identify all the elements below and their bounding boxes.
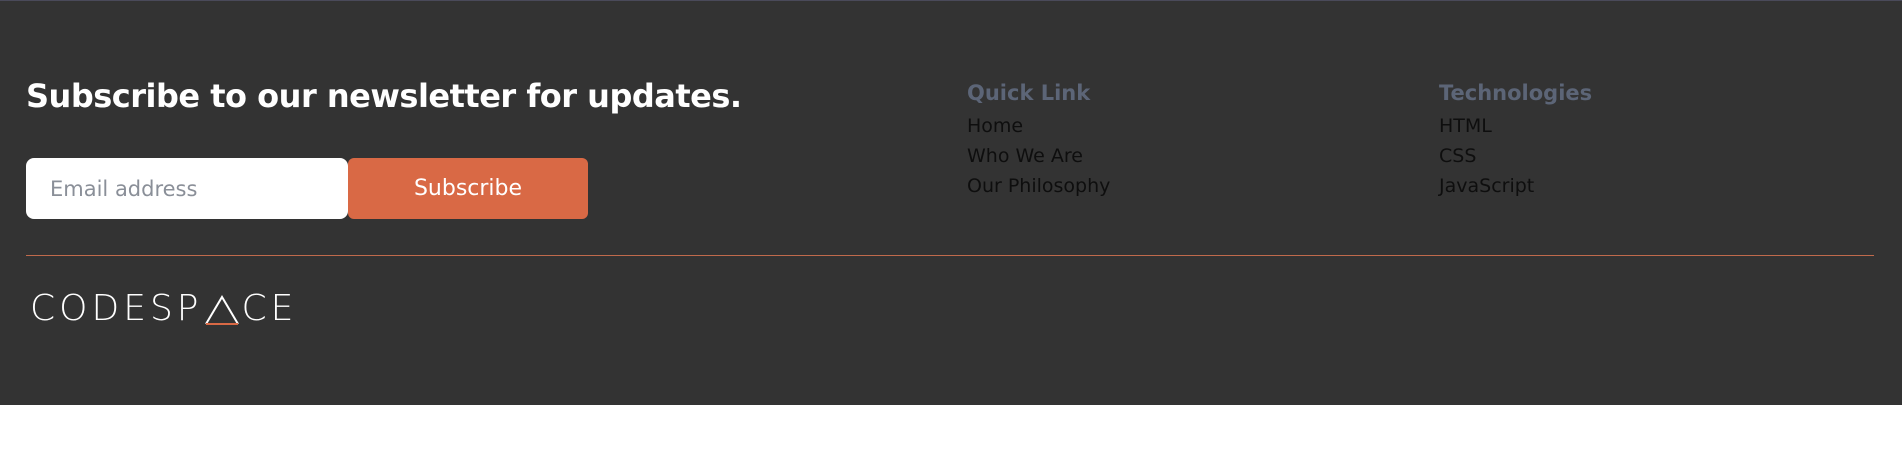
logo-text-end: CE — [241, 288, 298, 329]
link-html[interactable]: HTML — [1439, 111, 1592, 141]
subscribe-button[interactable]: Subscribe — [348, 158, 588, 219]
footer-divider — [26, 255, 1874, 256]
site-footer: Subscribe to our newsletter for updates.… — [0, 0, 1902, 405]
triangle-icon — [204, 295, 239, 325]
codespace-logo[interactable]: CODESP CE — [30, 291, 297, 327]
technologies-column: Technologies HTML CSS JavaScript — [1439, 79, 1592, 201]
newsletter-title: Subscribe to our newsletter for updates. — [26, 77, 742, 115]
quick-links-heading: Quick Link — [967, 81, 1091, 105]
link-css[interactable]: CSS — [1439, 141, 1592, 171]
logo-text-start: CODESP — [30, 288, 203, 329]
technologies-heading: Technologies — [1439, 81, 1593, 105]
quick-links-column: Quick Link Home Who We Are Our Philosoph… — [967, 79, 1110, 201]
link-javascript[interactable]: JavaScript — [1439, 171, 1592, 201]
link-who-we-are[interactable]: Who We Are — [967, 141, 1110, 171]
link-our-philosophy[interactable]: Our Philosophy — [967, 171, 1110, 201]
email-field[interactable] — [26, 158, 348, 219]
link-home[interactable]: Home — [967, 111, 1110, 141]
